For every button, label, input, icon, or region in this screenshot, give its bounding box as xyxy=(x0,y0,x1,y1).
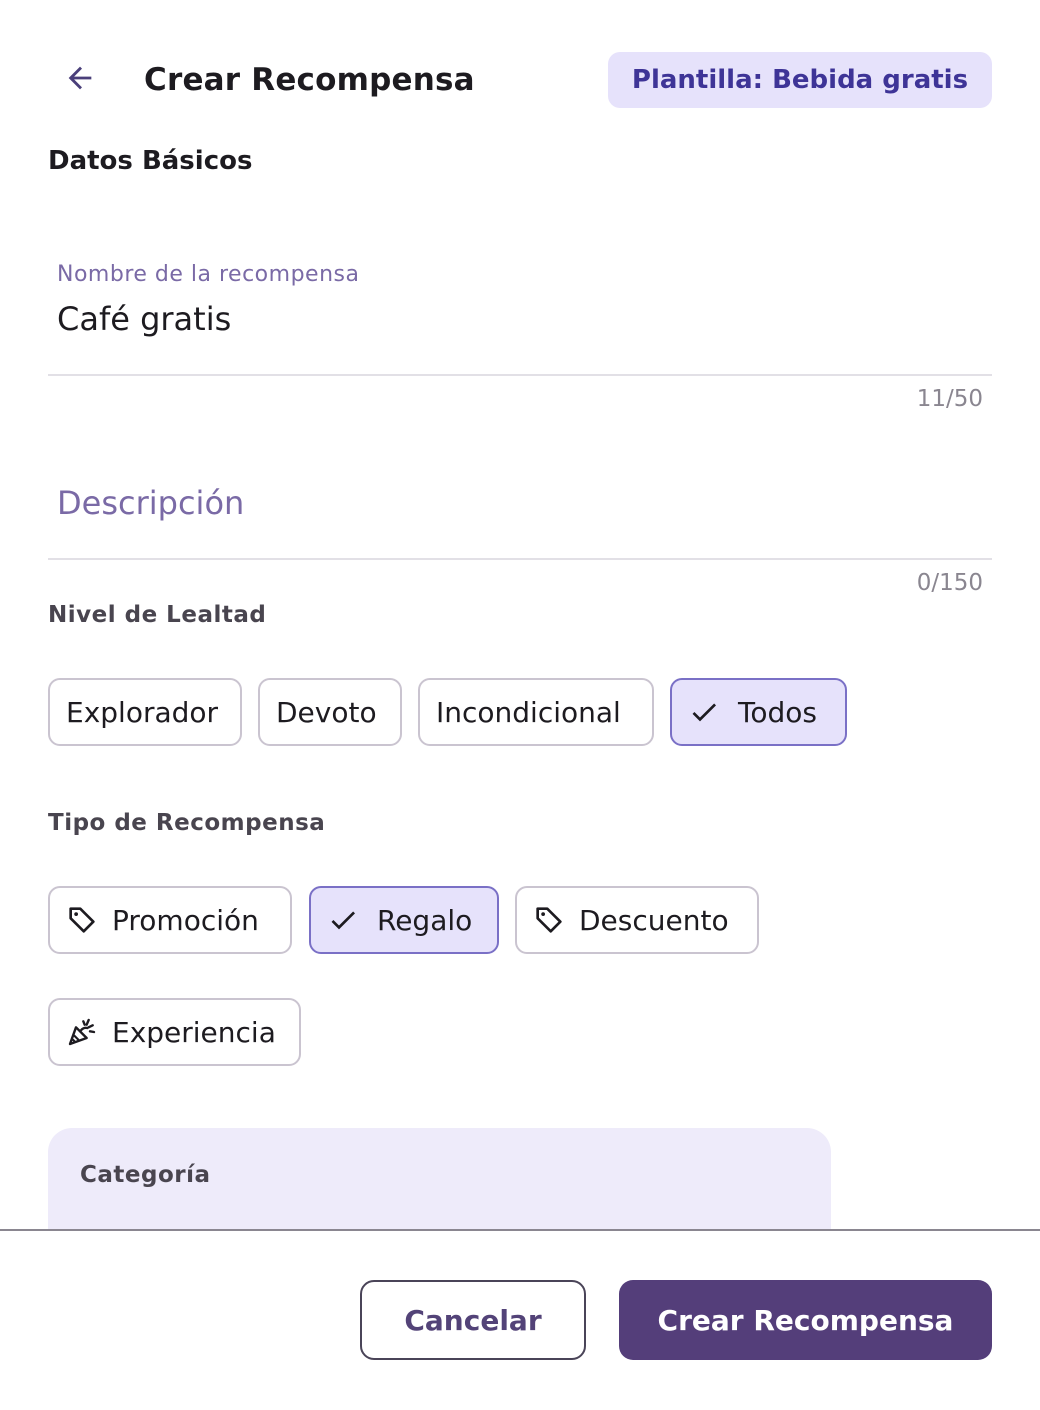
chip-label: Devoto xyxy=(276,695,377,729)
category-select[interactable]: Categoría xyxy=(48,1128,831,1231)
chip-level-incondicional[interactable]: Incondicional xyxy=(418,678,654,746)
chip-label: Todos xyxy=(738,695,817,729)
check-icon xyxy=(688,696,720,728)
chip-type-experiencia[interactable]: Experiencia xyxy=(48,998,301,1066)
template-badge: Plantilla: Bebida gratis xyxy=(608,52,992,108)
chip-type-regalo[interactable]: Regalo xyxy=(309,886,499,954)
reward-type-label: Tipo de Recompensa xyxy=(48,810,326,836)
chip-label: Incondicional xyxy=(436,695,621,729)
arrow-back-icon xyxy=(63,61,97,99)
create-reward-dialog: Crear Recompensa Plantilla: Bebida grati… xyxy=(0,0,1040,1410)
page-title: Crear Recompensa xyxy=(144,62,475,98)
description-field[interactable] xyxy=(48,460,992,560)
footer-divider xyxy=(0,1229,1040,1231)
reward-name-label: Nombre de la recompensa xyxy=(57,262,360,287)
chip-type-promocion[interactable]: Promoción xyxy=(48,886,292,954)
back-button[interactable] xyxy=(56,58,104,102)
tag-icon xyxy=(66,904,98,936)
chip-label: Descuento xyxy=(579,903,729,937)
description-counter: 0/150 xyxy=(916,570,983,596)
check-icon xyxy=(327,904,359,936)
description-input[interactable] xyxy=(57,484,957,522)
reward-name-field[interactable]: Nombre de la recompensa xyxy=(48,250,992,376)
reward-name-counter: 11/50 xyxy=(916,386,983,412)
chip-label: Explorador xyxy=(66,695,219,729)
celebration-icon xyxy=(66,1016,98,1048)
chip-type-descuento[interactable]: Descuento xyxy=(515,886,759,954)
chip-level-devoto[interactable]: Devoto xyxy=(258,678,402,746)
category-label: Categoría xyxy=(80,1162,211,1188)
loyalty-level-label: Nivel de Lealtad xyxy=(48,602,267,628)
chip-label: Experiencia xyxy=(112,1015,276,1049)
chip-label: Regalo xyxy=(377,903,473,937)
section-title-basic-data: Datos Básicos xyxy=(48,146,253,176)
tag-icon xyxy=(533,904,565,936)
cancel-button[interactable]: Cancelar xyxy=(360,1280,586,1360)
chip-level-explorador[interactable]: Explorador xyxy=(48,678,242,746)
chip-label: Promoción xyxy=(112,903,259,937)
create-reward-button[interactable]: Crear Recompensa xyxy=(619,1280,992,1360)
chip-level-todos[interactable]: Todos xyxy=(670,678,847,746)
reward-name-input[interactable] xyxy=(57,300,957,338)
